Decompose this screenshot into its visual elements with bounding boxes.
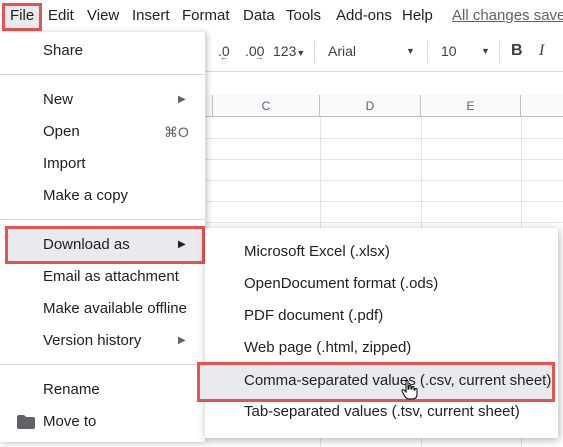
menu-item-share[interactable]: Share xyxy=(0,35,205,67)
menu-item-new[interactable]: New ▶ xyxy=(0,84,205,116)
menu-item-open[interactable]: Open ⌘O xyxy=(0,116,205,148)
toolbar-divider xyxy=(314,41,315,63)
menu-edit[interactable]: Edit xyxy=(48,0,74,32)
menu-item-label: Make a copy xyxy=(43,187,129,204)
toolbar: .0← .00→ 123▼ Arial ▼ 10 ▼ B I xyxy=(205,33,563,72)
menu-item-label: Email as attachment xyxy=(43,268,179,285)
decrease-decimal-button[interactable]: .0← xyxy=(218,43,239,62)
font-dropdown-arrow-icon[interactable]: ▼ xyxy=(406,46,415,56)
grid-line xyxy=(205,201,563,202)
more-formats-label: 123 xyxy=(273,43,297,59)
font-size-select[interactable]: 10 xyxy=(441,43,457,59)
download-option-pdf[interactable]: PDF document (.pdf) xyxy=(205,300,558,332)
menu-data[interactable]: Data xyxy=(243,0,275,32)
font-size-dropdown-arrow-icon[interactable]: ▼ xyxy=(481,46,490,56)
font-family-select[interactable]: Arial xyxy=(328,43,356,59)
menu-item-label: Web page (.html, zipped) xyxy=(244,339,412,356)
menu-item-label: New xyxy=(43,91,74,108)
menu-item-download-as[interactable]: Download as ▶ xyxy=(0,229,205,261)
submenu-arrow-icon: ▶ xyxy=(178,335,186,346)
menu-addons[interactable]: Add-ons xyxy=(336,0,392,32)
menu-item-label: Download as xyxy=(43,236,130,253)
menu-item-email-attachment[interactable]: Email as attachment xyxy=(0,261,205,293)
menu-item-label: Microsoft Excel (.xlsx) xyxy=(244,243,390,260)
menu-item-shortcut: ⌘O xyxy=(164,124,189,140)
menu-item-label: PDF document (.pdf) xyxy=(244,307,384,324)
grid-line xyxy=(205,180,563,181)
folder-icon xyxy=(17,415,35,429)
download-option-html[interactable]: Web page (.html, zipped) xyxy=(205,332,558,364)
menu-item-label: Comma-separated values (.csv, current sh… xyxy=(244,372,552,389)
grid-line xyxy=(205,159,563,160)
column-header-c[interactable]: C xyxy=(213,95,320,117)
grid-line xyxy=(205,222,563,223)
menu-item-rename[interactable]: Rename xyxy=(0,374,205,406)
hand-cursor-icon xyxy=(401,380,419,400)
menu-bar: File Edit View Insert Format Data Tools … xyxy=(0,0,563,32)
column-header-d[interactable]: D xyxy=(320,95,421,117)
menu-format[interactable]: Format xyxy=(182,0,230,32)
menu-item-label: Open xyxy=(43,123,80,140)
menu-item-version-history[interactable]: Version history ▶ xyxy=(0,325,205,357)
menu-item-make-offline[interactable]: Make available offline xyxy=(0,293,205,325)
menu-divider xyxy=(0,74,205,75)
menu-divider xyxy=(0,219,205,220)
grid-line xyxy=(205,138,563,139)
italic-button[interactable]: I xyxy=(539,42,544,60)
font-family-value: Arial xyxy=(328,43,357,59)
menu-item-label: Tab-separated values (.tsv, current shee… xyxy=(244,403,520,420)
toolbar-divider xyxy=(499,41,500,63)
menu-item-label: Make available offline xyxy=(43,300,187,317)
download-option-tsv[interactable]: Tab-separated values (.tsv, current shee… xyxy=(205,396,558,428)
toolbar-divider xyxy=(427,41,428,63)
menu-item-import[interactable]: Import xyxy=(0,148,205,180)
submenu-arrow-icon: ▶ xyxy=(178,239,186,250)
download-option-csv[interactable]: Comma-separated values (.csv, current sh… xyxy=(205,365,558,397)
menu-item-label: Share xyxy=(43,42,84,59)
menu-help[interactable]: Help xyxy=(402,0,433,32)
submenu-arrow-icon: ▶ xyxy=(178,94,186,105)
menu-file[interactable]: File xyxy=(10,0,34,32)
arrow-right-icon: → xyxy=(254,52,264,62)
column-header-spacer xyxy=(205,95,213,117)
font-size-value: 10 xyxy=(441,43,457,59)
menu-item-label: Import xyxy=(43,155,86,172)
menu-view[interactable]: View xyxy=(87,0,119,32)
column-header-f[interactable] xyxy=(521,95,563,117)
increase-decimal-button[interactable]: .00→ xyxy=(245,43,273,62)
menu-insert[interactable]: Insert xyxy=(132,0,170,32)
bold-button[interactable]: B xyxy=(511,42,523,60)
menu-item-label: Version history xyxy=(43,332,142,349)
file-menu: Share New ▶ Open ⌘O Import Make a copy D… xyxy=(0,32,206,442)
more-formats-button[interactable]: 123▼ xyxy=(273,43,305,59)
arrow-left-icon: ← xyxy=(219,52,229,62)
menu-divider xyxy=(0,364,205,365)
download-option-ods[interactable]: OpenDocument format (.ods) xyxy=(205,268,558,300)
dropdown-arrow-icon: ▼ xyxy=(296,48,306,58)
menu-item-label: Rename xyxy=(43,381,100,398)
download-option-xlsx[interactable]: Microsoft Excel (.xlsx) xyxy=(205,236,558,268)
menu-item-move-to[interactable]: Move to xyxy=(0,406,205,438)
menu-item-label: Move to xyxy=(43,413,97,430)
menu-tools[interactable]: Tools xyxy=(286,0,321,32)
save-status-link[interactable]: All changes saved xyxy=(452,0,563,32)
menu-item-label: OpenDocument format (.ods) xyxy=(244,275,439,292)
menu-item-make-copy[interactable]: Make a copy xyxy=(0,180,205,212)
column-header-e[interactable]: E xyxy=(421,95,521,117)
